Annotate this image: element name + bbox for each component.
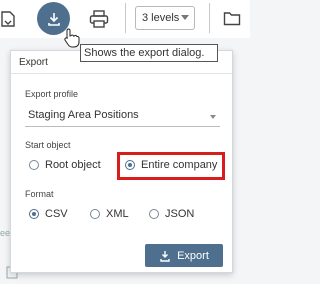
- export-button-label: Export: [177, 249, 209, 262]
- radio-circle: [29, 160, 39, 170]
- highlight-box: [117, 152, 225, 180]
- chevron-down-icon: [181, 15, 189, 20]
- dialog-divider: [11, 73, 232, 74]
- levels-value: 3 levels: [142, 12, 180, 24]
- radio-circle: [90, 209, 100, 219]
- radio-root-object[interactable]: Root object: [29, 159, 101, 171]
- format-label: Format: [25, 189, 54, 199]
- export-profile-label: Export profile: [25, 89, 79, 99]
- radio-xml[interactable]: XML: [90, 208, 129, 220]
- tooltip-text: Shows the export dialog.: [84, 47, 205, 59]
- chevron-down-icon: [210, 115, 216, 119]
- tooltip: Shows the export dialog.: [80, 44, 218, 62]
- radio-circle: [149, 209, 159, 219]
- print-icon[interactable]: [89, 10, 109, 33]
- export-dialog: Export Export profile Staging Area Posit…: [10, 50, 233, 273]
- folder-icon[interactable]: [223, 11, 241, 31]
- radio-json[interactable]: JSON: [149, 208, 194, 220]
- export-profile-select[interactable]: Staging Area Positions: [25, 105, 220, 127]
- radio-label: CSV: [45, 208, 68, 220]
- toolbar-separator: [209, 3, 210, 33]
- radio-circle-selected: [29, 209, 39, 219]
- radio-label: JSON: [165, 208, 195, 220]
- export-icon: [159, 250, 171, 262]
- hand-cursor-icon: [62, 28, 80, 53]
- dialog-title: Export: [19, 57, 48, 68]
- start-object-label: Start object: [25, 140, 71, 150]
- levels-dropdown[interactable]: 3 levels: [135, 6, 195, 30]
- toolbar-separator: [125, 3, 126, 33]
- radio-csv[interactable]: CSV: [29, 208, 68, 220]
- radio-label: Root object: [45, 159, 101, 171]
- export-icon: [47, 12, 60, 26]
- view-icon[interactable]: [0, 10, 16, 33]
- toolbar: 3 levels: [0, 0, 250, 38]
- radio-label: XML: [106, 208, 129, 220]
- export-profile-value: Staging Area Positions: [28, 109, 139, 121]
- export-submit-button[interactable]: Export: [145, 244, 223, 267]
